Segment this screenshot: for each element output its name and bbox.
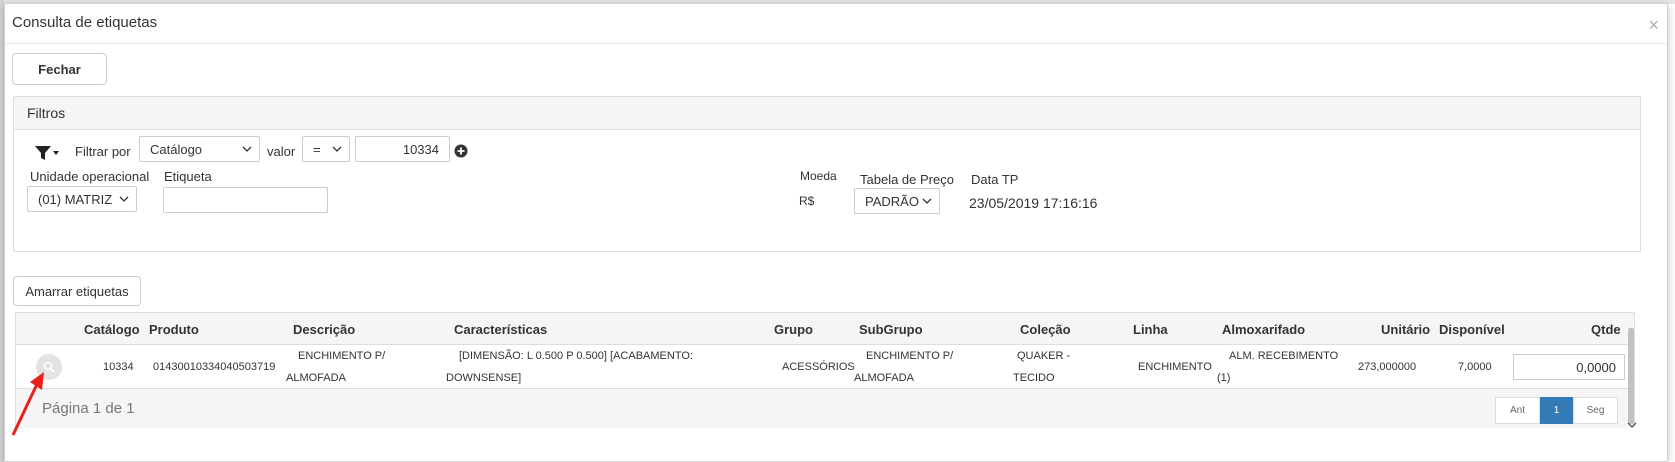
cell-colecao-1: QUAKER - [1017,350,1071,362]
close-icon[interactable]: × [1648,16,1659,34]
cell-unitario: 273,000000 [1358,361,1417,373]
filtrar-por-select[interactable]: Catálogo [139,136,260,162]
col-almoxarifado[interactable]: Almoxarifado [1222,322,1305,337]
filtrar-por-value: Catálogo [150,141,203,157]
filtros-title: Filtros [27,105,66,121]
scrollbar[interactable] [1628,328,1634,424]
filtros-panel: Filtros Filtrar por Catálogo valor = 103… [13,96,1641,252]
cell-caracteristicas-1: [DIMENSÃO: L 0.500 P 0.500] [ACABAMENTO: [459,350,693,362]
filter-value-input[interactable]: 10334 [355,136,450,162]
cell-descricao-2: ALMOFADA [286,372,346,384]
cell-colecao-2: TECIDO [1013,372,1055,384]
etiqueta-label: Etiqueta [164,169,212,184]
cell-grupo: ACESSÓRIOS [782,361,855,373]
cell-almoxarifado-1: ALM. RECEBIMENTO [1229,350,1339,362]
data-tp-label: Data TP [971,172,1019,187]
pager-current[interactable]: 1 [1540,397,1573,424]
col-unitario[interactable]: Unitário [1381,322,1430,337]
etiqueta-input[interactable] [163,187,328,213]
operator-select[interactable]: = [302,136,350,162]
table-row[interactable]: 10334 01430010334040503719 ENCHIMENTO P/… [16,345,1634,389]
modal-header: Consulta de etiquetas × [5,4,1667,44]
col-grupo[interactable]: Grupo [774,322,813,337]
plus-circle-icon[interactable] [454,144,468,158]
amarrar-etiquetas-button[interactable]: Amarrar etiquetas [13,276,141,306]
cell-caracteristicas-2: DOWNSENSE] [446,372,522,384]
filter-icon[interactable] [34,145,60,161]
fechar-button[interactable]: Fechar [12,53,107,85]
col-disponivel[interactable]: Disponível [1439,322,1505,337]
col-descricao[interactable]: Descrição [293,322,355,337]
cell-subgrupo-1: ENCHIMENTO P/ [866,350,954,362]
filtrar-por-label: Filtrar por [75,144,131,159]
cell-produto: 01430010334040503719 [153,361,276,373]
cell-descricao-1: ENCHIMENTO P/ [298,350,386,362]
cell-almoxarifado-2: (1) [1217,372,1231,384]
valor-label: valor [267,144,296,159]
modal-title: Consulta de etiquetas [12,14,158,31]
tabela-preco-select[interactable]: PADRÃO [854,188,940,214]
col-produto[interactable]: Produto [149,322,199,337]
chevron-down-icon [332,146,342,152]
red-arrow-annotation [11,372,44,436]
col-qtde[interactable]: Qtde [1591,322,1621,337]
filtros-heading: Filtros [14,97,1640,130]
page-info: Página 1 de 1 [42,400,135,417]
moeda-value: R$ [799,194,815,208]
col-colecao[interactable]: Coleção [1020,322,1071,337]
pager-next[interactable]: Seg [1573,397,1618,424]
tabela-value: PADRÃO [865,193,919,209]
table-header: Catálogo Produto Descrição Característic… [16,313,1634,345]
table-footer: Página 1 de 1 Ant 1 Seg [16,389,1634,428]
unidade-value: (01) MATRIZ [38,191,113,207]
col-caracteristicas[interactable]: Características [454,322,547,337]
etiquetas-table: Catálogo Produto Descrição Característic… [15,312,1635,428]
moeda-label: Moeda [800,169,837,183]
chevron-down-icon [242,146,252,152]
cell-disponivel: 7,0000 [1458,361,1492,373]
unidade-select[interactable]: (01) MATRIZ [27,186,137,212]
qtde-input[interactable]: 0,0000 [1513,354,1625,380]
scroll-down-icon[interactable] [1627,417,1637,428]
cell-linha: ENCHIMENTO [1138,361,1212,373]
cell-catalogo: 10334 [103,361,134,373]
col-subgrupo[interactable]: SubGrupo [859,322,923,337]
col-linha[interactable]: Linha [1133,322,1168,337]
unidade-label: Unidade operacional [30,169,150,184]
pager-prev[interactable]: Ant [1495,397,1540,424]
chevron-down-icon [922,198,932,204]
col-catalogo[interactable]: Catálogo [84,322,140,337]
data-tp-value: 23/05/2019 17:16:16 [969,195,1098,211]
chevron-down-icon [119,196,129,202]
operator-value: = [313,141,321,157]
cell-subgrupo-2: ALMOFADA [854,372,914,384]
tabela-label: Tabela de Preço [860,172,954,187]
